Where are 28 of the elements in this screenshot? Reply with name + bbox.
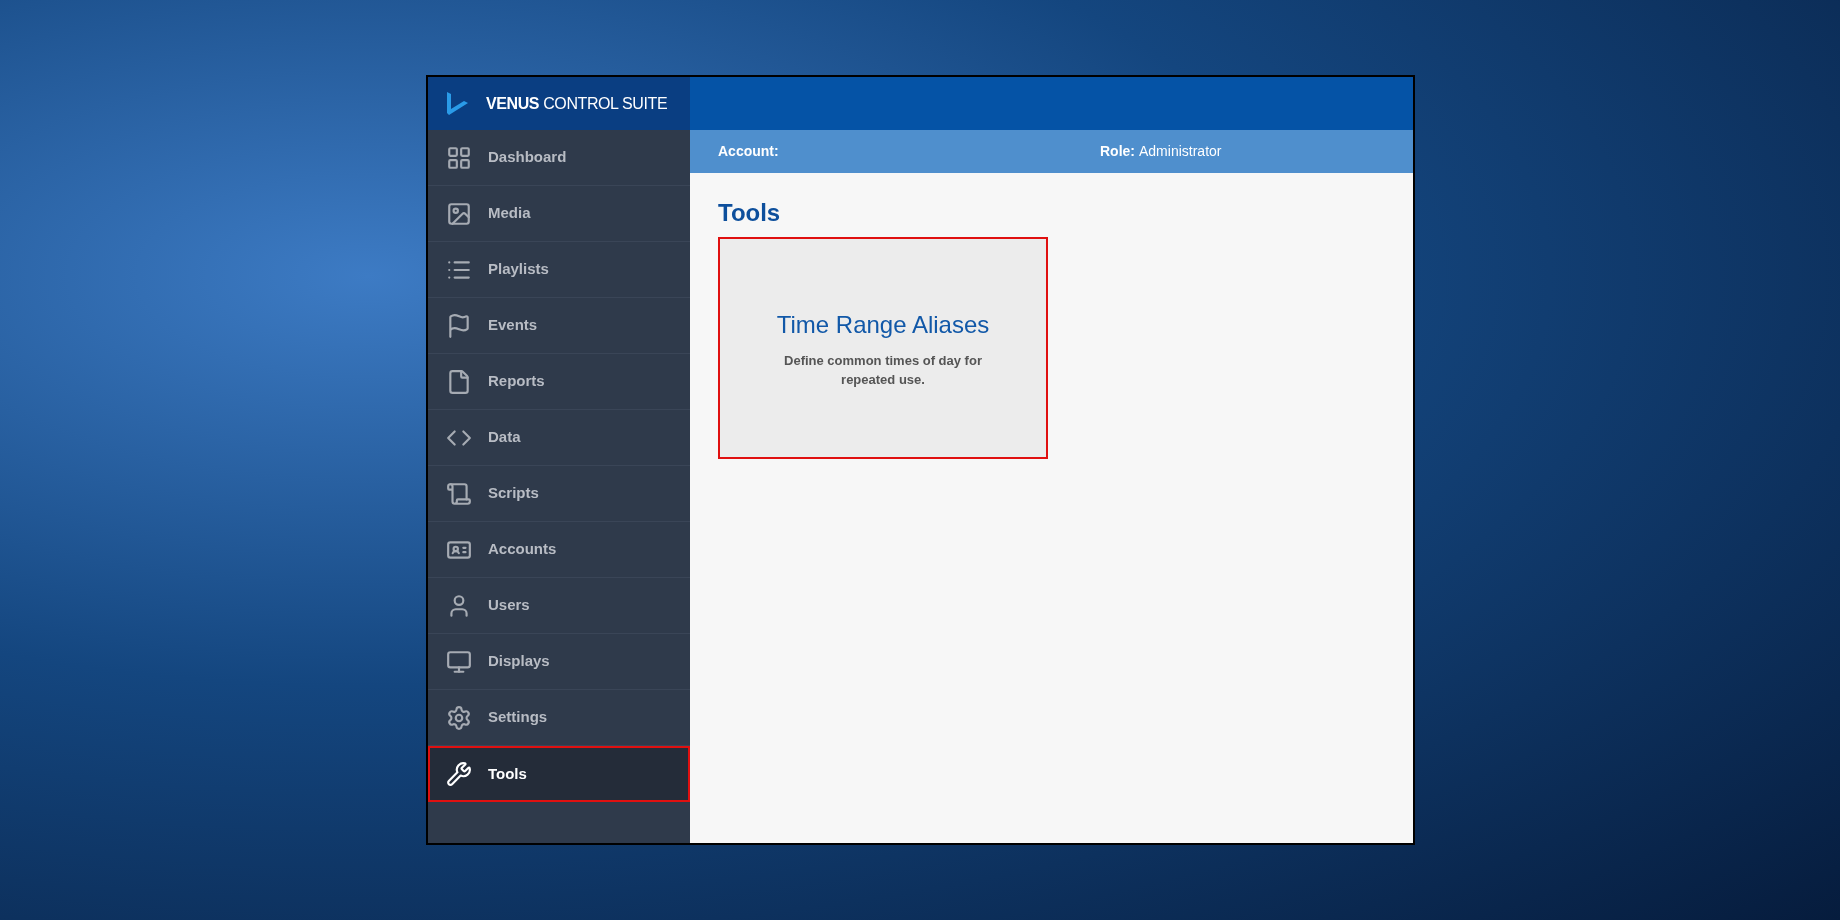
sidebar-item[interactable]: Dashboard xyxy=(428,130,690,186)
grid-icon xyxy=(446,144,472,171)
scroll-icon xyxy=(446,480,472,507)
card-title: Time Range Aliases xyxy=(776,309,990,340)
logo-text: VENUS CONTROL SUITE xyxy=(486,93,668,114)
card-description: Define common times of day for repeated use. xyxy=(783,351,983,389)
flag-icon xyxy=(446,312,472,339)
sidebar-item[interactable]: Reports xyxy=(428,354,690,410)
sidebar-item[interactable]: Scripts xyxy=(428,466,690,522)
sidebar-item[interactable]: Displays xyxy=(428,634,690,690)
tool-card[interactable]: Time Range Aliases Define common times of day for repeated use. xyxy=(718,237,1048,459)
sidebar-item[interactable]: Media xyxy=(428,186,690,242)
sidebar-item[interactable]: Tools xyxy=(428,746,690,802)
sidebar-item[interactable]: Users xyxy=(428,578,690,634)
sidebar-item[interactable]: Accounts xyxy=(428,522,690,578)
logo-icon xyxy=(444,90,470,117)
document-icon xyxy=(446,368,472,395)
image-icon xyxy=(446,200,472,227)
account-label: Account: xyxy=(718,142,780,161)
page-title: Tools xyxy=(718,201,782,225)
sidebar-item[interactable]: Events xyxy=(428,298,690,354)
role-value: Administrator xyxy=(1139,142,1222,161)
wrench-icon xyxy=(446,761,472,787)
sidebar-item[interactable]: Data xyxy=(428,410,690,466)
sidebar-item[interactable]: Playlists xyxy=(428,242,690,298)
monitor-icon xyxy=(446,648,472,675)
settings-icon xyxy=(446,704,472,731)
role-label: Role: xyxy=(1100,142,1135,161)
